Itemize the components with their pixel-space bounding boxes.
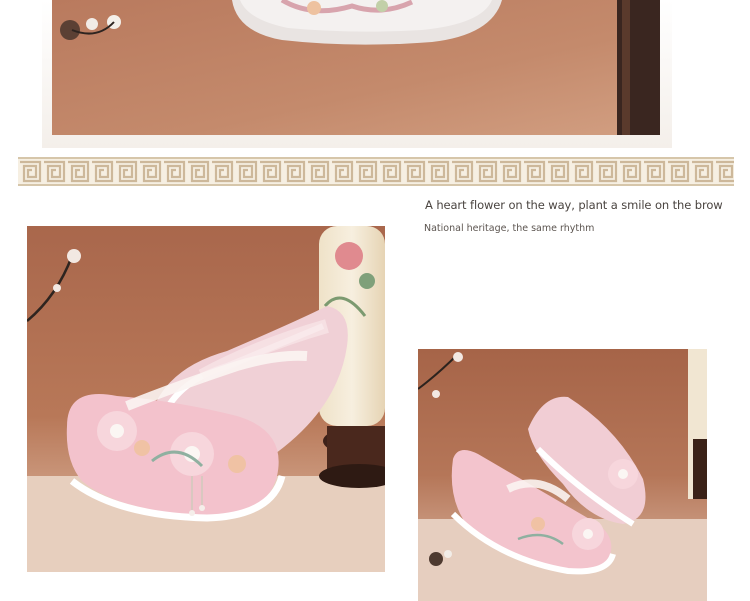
caption-heading: A heart flower on the way, plant a smile… [425, 198, 723, 212]
top-product-photo [52, 0, 660, 135]
caption-subheading: National heritage, the same rhythm [424, 223, 595, 234]
decorative-fret-band [18, 157, 734, 186]
left-product-photo [27, 226, 385, 572]
right-product-photo [418, 349, 707, 601]
